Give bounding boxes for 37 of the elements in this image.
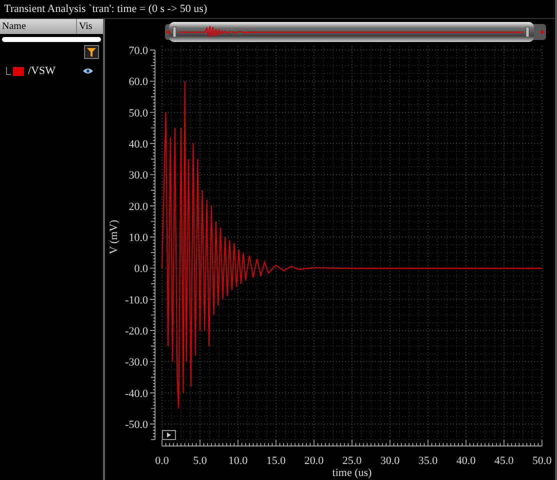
y-tick-label: 50.0 [128,107,148,120]
filter-button[interactable] [84,45,99,59]
y-tick-label: -50.0 [125,419,148,432]
x-tick-label: 35.0 [418,455,438,467]
eye-icon[interactable] [83,68,93,74]
x-tick-label: 5.0 [193,455,207,467]
x-axis-title: time (us) [332,467,372,479]
x-tick-label: 40.0 [456,455,476,467]
y-tick-label: 30.0 [128,170,148,182]
x-tick-label: 25.0 [342,455,362,467]
filter-field[interactable] [2,37,101,42]
y-tick-label: 20.0 [128,200,148,213]
y-tick-label: 60.0 [128,76,148,88]
y-tick-label: 40.0 [128,138,148,150]
column-header[interactable]: Name [0,19,77,34]
x-tick-label: 45.0 [494,455,514,467]
window-title: Transient Analysis `tran': time = (0 s -> 50 us) [4,2,208,17]
column-header[interactable]: Vis [77,19,103,34]
y-tick-label: -40.0 [125,388,148,400]
signal-name[interactable]: /VSW [28,62,83,80]
x-tick-label: 15.0 [266,455,286,467]
y-tick-label: -20.0 [125,326,148,338]
y-axis-title: V (mV) [108,220,120,254]
x-tick-label: 20.0 [304,455,324,467]
y-tick-label: 10.0 [128,232,148,244]
y-tick-label: -10.0 [125,294,148,306]
x-tick-label: 50.0 [532,455,552,467]
y-tick-label: 0.0 [134,263,148,276]
x-tick-label: 0.0 [155,455,169,467]
filter-icon [87,48,96,56]
y-tick-label: 70.0 [128,45,148,57]
play-icon[interactable] [162,430,176,440]
overview-scrollbar[interactable] [165,20,546,42]
x-tick-label: 10.0 [228,455,248,467]
tree-connector [6,67,11,75]
y-tick-label: -30.0 [125,356,148,369]
x-tick-label: 30.0 [380,455,400,467]
